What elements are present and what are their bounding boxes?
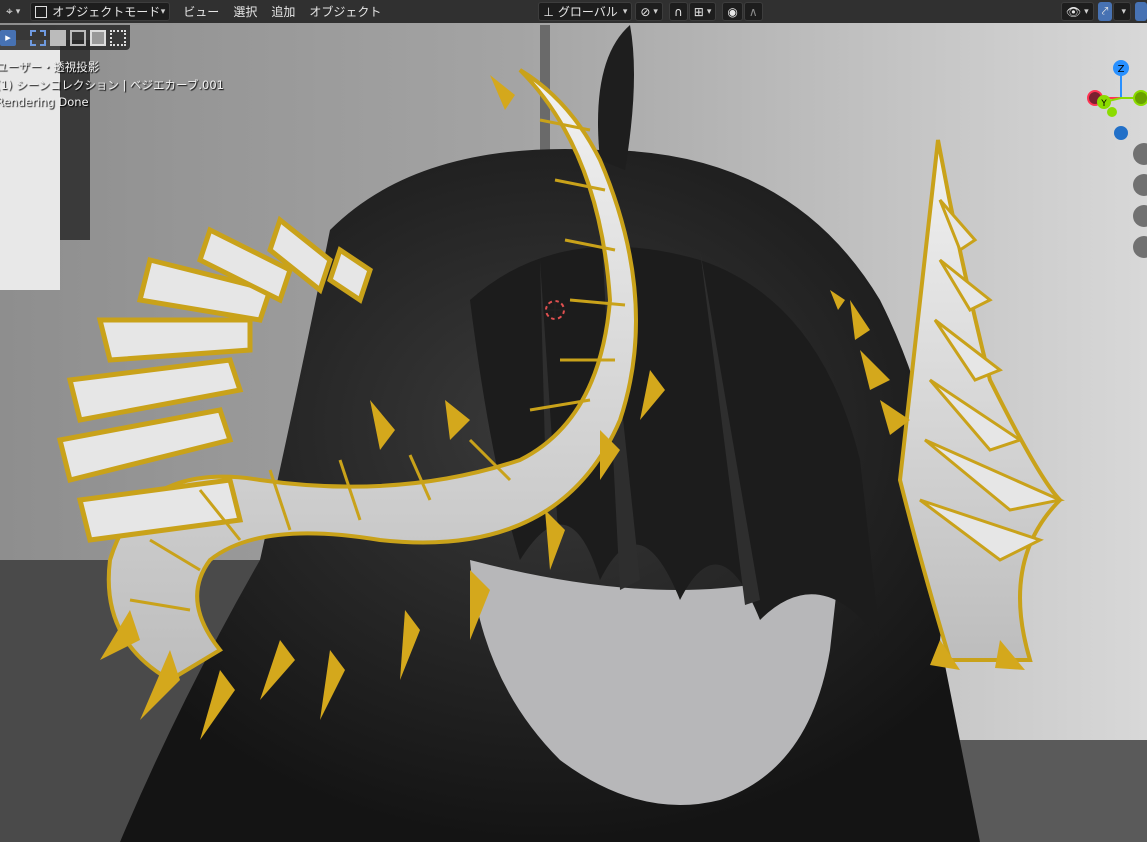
x-axis-handle[interactable] <box>1133 90 1147 106</box>
menu-add[interactable]: 追加 <box>264 2 302 21</box>
snap-target-button[interactable]: ⊞ ▾ <box>688 2 717 21</box>
eye-icon: 👁 <box>1065 4 1082 19</box>
gizmo-icon: ⤤ <box>1101 4 1109 18</box>
render-scene[interactable] <box>0 0 1147 842</box>
3d-viewport[interactable] <box>0 0 1147 842</box>
collection-info-label: (1) シーンコレクション | ベジエカーブ.001 <box>0 78 224 92</box>
view-name-label: ユーザー・透視投影 <box>0 60 100 74</box>
snap-increment-icon: ⊞ <box>693 4 704 19</box>
editor-type-button[interactable]: ⌖ ▾ <box>2 2 24 21</box>
menu-select[interactable]: 選択 <box>226 2 264 21</box>
chevron-down-icon: ▾ <box>622 6 628 17</box>
pivot-point-button[interactable]: ⊘ ▾ <box>635 2 663 21</box>
proportional-edit-toggle[interactable]: ◉ <box>722 2 743 21</box>
visibility-button[interactable]: 👁 ▾ <box>1060 2 1094 21</box>
magnet-icon: ∩ <box>673 4 683 19</box>
chevron-down-icon: ▾ <box>160 6 166 17</box>
snap-toggle[interactable]: ∩ <box>668 2 688 21</box>
select-subtract-icon[interactable] <box>70 29 86 46</box>
falloff-curve-icon: ∧ <box>748 4 758 19</box>
falloff-button[interactable]: ∧ <box>743 2 763 21</box>
chevron-down-icon: ▾ <box>15 6 21 17</box>
select-extend-icon[interactable] <box>50 29 66 46</box>
y-axis-label: Y <box>1100 99 1107 109</box>
select-intersect-icon[interactable] <box>110 29 126 46</box>
chevron-down-icon: ▾ <box>1084 6 1089 17</box>
y-neg-axis-handle[interactable] <box>1107 107 1117 117</box>
viewport-header: ⌖ ▾ オブジェクトモード ▾ ビュー 選択 追加 オブジェクト ⊥ グローバル … <box>0 0 1147 23</box>
select-invert-icon[interactable] <box>90 29 106 46</box>
object-mode-icon <box>35 5 48 18</box>
proportional-edit-icon: ◉ <box>727 4 738 19</box>
chevron-down-icon: ▾ <box>653 6 658 17</box>
orientation-label: グローバル <box>557 5 618 19</box>
menu-object[interactable]: オブジェクト <box>302 2 388 21</box>
select-new-icon[interactable] <box>30 29 46 46</box>
orientation-icon: ⊥ <box>543 4 554 19</box>
mode-label: オブジェクトモード <box>52 5 161 19</box>
gizmo-menu-button[interactable]: ▾ <box>1113 2 1131 21</box>
transform-orientation-dropdown[interactable]: ⊥ グローバル ▾ <box>538 2 633 21</box>
mode-dropdown[interactable]: オブジェクトモード ▾ <box>30 2 171 21</box>
chevron-down-icon: ▾ <box>706 6 712 17</box>
z-neg-axis-handle[interactable] <box>1114 126 1128 140</box>
menu-view[interactable]: ビュー <box>176 2 226 21</box>
render-status-label: Rendering Done <box>0 95 89 109</box>
editor-type-icon: ⌖ <box>6 4 13 18</box>
gizmo-toggle[interactable]: ⤤ <box>1097 2 1113 21</box>
chevron-down-icon: ▾ <box>1121 6 1126 17</box>
tool-header: ▸ <box>0 25 130 50</box>
overlay-toggle[interactable] <box>1135 2 1147 21</box>
link-icon: ⊘ <box>640 4 651 19</box>
z-axis-label: Z <box>1118 64 1125 75</box>
select-tool-button[interactable]: ▸ <box>0 29 16 46</box>
